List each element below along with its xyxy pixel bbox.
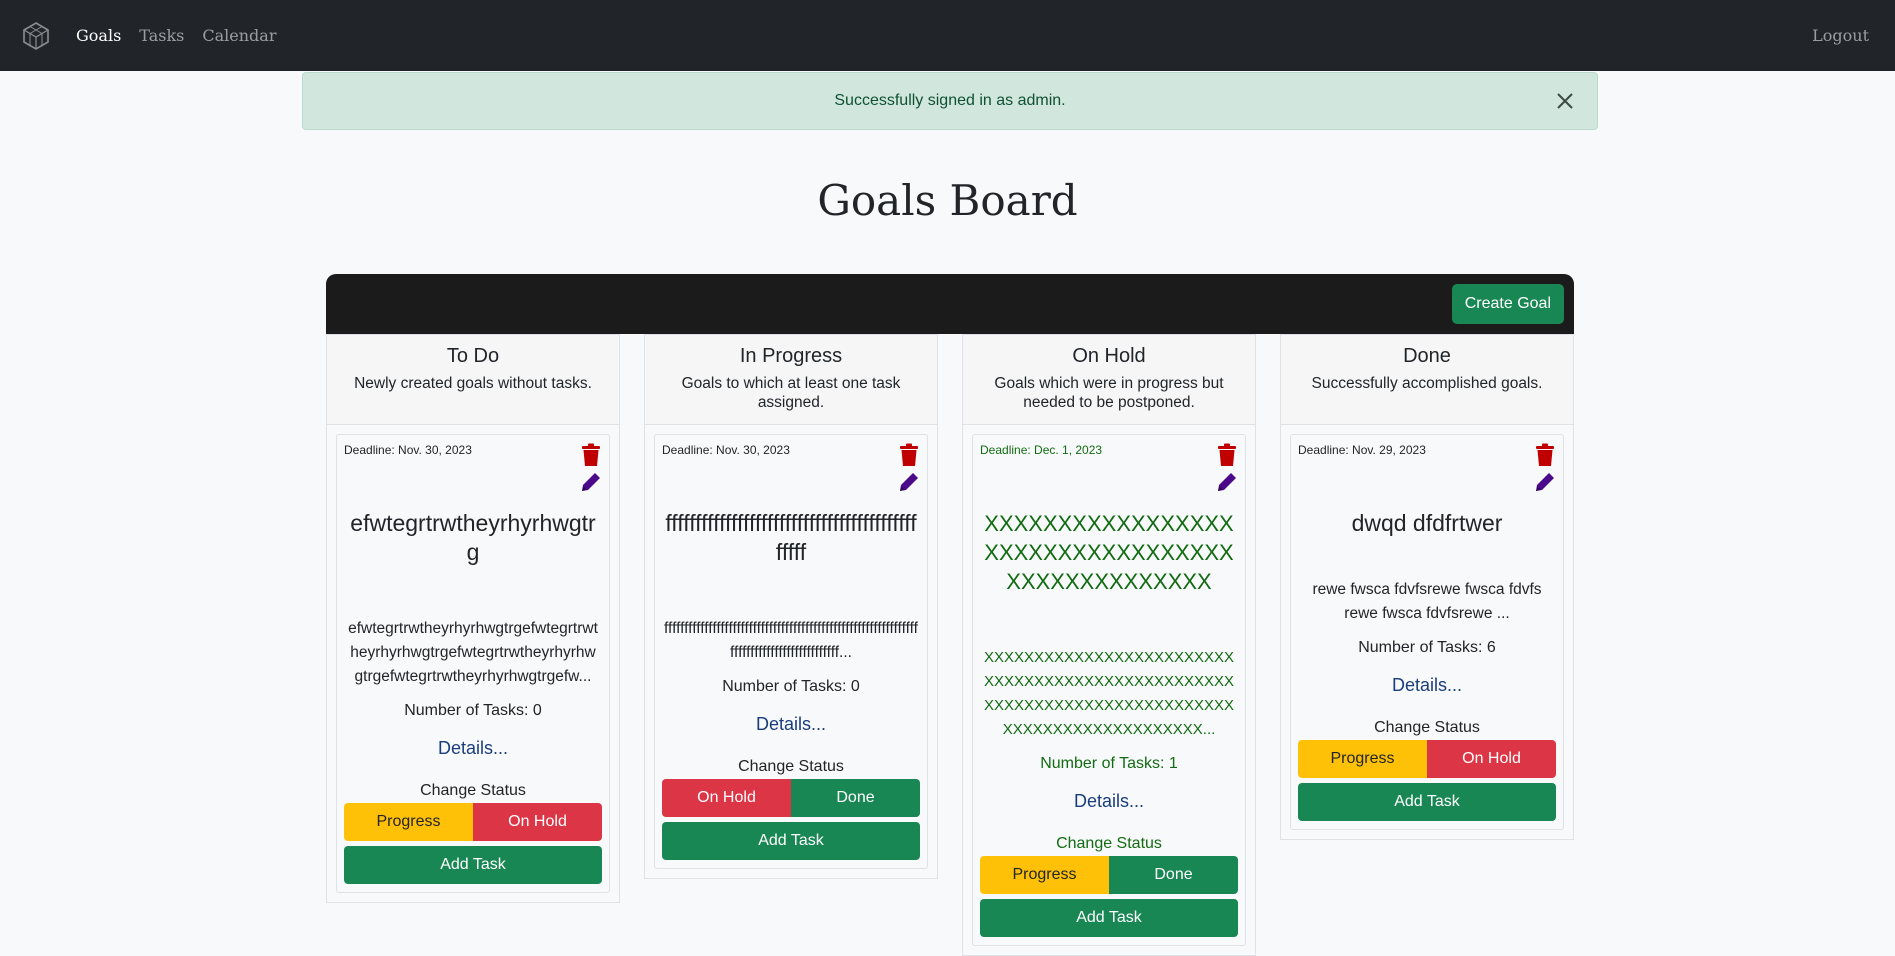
cube-logo-icon[interactable] <box>20 20 52 52</box>
goal-deadline: Deadline: Dec. 1, 2023 <box>980 443 1103 457</box>
column-done: Done Successfully accomplished goals. De… <box>1280 334 1574 840</box>
change-status-label: Change Status <box>738 758 844 775</box>
column-title: In Progress <box>739 345 843 367</box>
goal-title: dwqd dfdfrtwer <box>1351 510 1503 536</box>
column-title: To Do <box>446 345 500 367</box>
status-button-group: Progress On Hold <box>344 803 602 841</box>
status-button-group: Progress Done <box>980 856 1238 894</box>
goal-deadline: Deadline: Nov. 29, 2023 <box>1298 443 1426 457</box>
column-on-hold: On Hold Goals which were in progress but… <box>962 334 1256 956</box>
goal-description: ffffffffffffffffffffffffffffffffffffffff… <box>664 620 918 661</box>
task-count: Number of Tasks: 1 <box>1040 755 1178 772</box>
done-button[interactable]: Done <box>1109 856 1238 894</box>
details-link[interactable]: Details... <box>756 714 826 735</box>
nav-tasks[interactable]: Tasks <box>139 26 184 45</box>
progress-button[interactable]: Progress <box>344 803 473 841</box>
goal-card: Deadline: Nov. 30, 2023 efwtegrtrwtheyrh… <box>336 434 610 893</box>
change-status-label: Change Status <box>1056 835 1162 852</box>
details-link[interactable]: Details... <box>438 738 508 759</box>
task-count: Number of Tasks: 6 <box>1358 639 1496 656</box>
trash-icon[interactable] <box>1534 443 1556 467</box>
column-header: In Progress Goals to which at least one … <box>645 335 937 425</box>
alert-message: Successfully signed in as admin. <box>834 92 1066 109</box>
pencil-icon[interactable] <box>1216 471 1238 493</box>
add-task-button[interactable]: Add Task <box>344 846 602 884</box>
column-title: Done <box>1403 345 1451 367</box>
pencil-icon[interactable] <box>898 471 920 493</box>
goal-card: Deadline: Dec. 1, 2023 XXXXXXXXXXXXXXXXX… <box>972 434 1246 946</box>
goal-title: XXXXXXXXXXXXXXXXXXXXXXXXXXXXXXXXXXXXXXXX… <box>984 511 1234 594</box>
goal-card: Deadline: Nov. 30, 2023 ffffffffffffffff… <box>654 434 928 869</box>
on-hold-button[interactable]: On Hold <box>662 779 791 817</box>
progress-button[interactable]: Progress <box>980 856 1109 894</box>
page-title: Goals Board <box>817 176 1078 225</box>
goal-deadline: Deadline: Nov. 30, 2023 <box>344 443 472 457</box>
task-count: Number of Tasks: 0 <box>404 702 542 719</box>
column-description: Successfully accomplished goals. <box>1311 375 1543 392</box>
add-task-button[interactable]: Add Task <box>980 899 1238 937</box>
column-header: Done Successfully accomplished goals. <box>1281 335 1573 425</box>
create-goal-button[interactable]: Create Goal <box>1451 284 1564 324</box>
column-header: On Hold Goals which were in progress but… <box>963 335 1255 425</box>
trash-icon[interactable] <box>1216 443 1238 467</box>
success-alert: Successfully signed in as admin. <box>302 72 1598 130</box>
trash-icon[interactable] <box>580 443 602 467</box>
column-description: Goals which were in progress but needed … <box>994 375 1224 411</box>
progress-button[interactable]: Progress <box>1298 740 1427 778</box>
task-count: Number of Tasks: 0 <box>722 678 860 695</box>
pencil-icon[interactable] <box>580 471 602 493</box>
goal-card: Deadline: Nov. 29, 2023 dwqd dfdfrtwer r… <box>1290 434 1564 830</box>
logout-link[interactable]: Logout <box>1812 26 1869 45</box>
add-task-button[interactable]: Add Task <box>662 822 920 860</box>
add-task-button[interactable]: Add Task <box>1298 783 1556 821</box>
goal-title: ffffffffffffffffffffffffffffffffffffffff… <box>665 510 917 565</box>
details-link[interactable]: Details... <box>1074 791 1144 812</box>
trash-icon[interactable] <box>898 443 920 467</box>
column-description: Newly created goals without tasks. <box>354 375 592 392</box>
pencil-icon[interactable] <box>1534 471 1556 493</box>
close-icon[interactable] <box>1555 91 1575 111</box>
board-header: Create Goal <box>326 274 1574 334</box>
goal-description: rewe fwsca fdvfsrewe fwsca fdvfsrewe fws… <box>1312 581 1542 622</box>
nav-goals[interactable]: Goals <box>76 26 121 45</box>
status-button-group: Progress On Hold <box>1298 740 1556 778</box>
details-link[interactable]: Details... <box>1392 675 1462 696</box>
goal-title: efwtegrtrwtheyrhyrhwgtrg <box>350 510 596 565</box>
column-todo: To Do Newly created goals without tasks.… <box>326 334 620 903</box>
column-header: To Do Newly created goals without tasks. <box>327 335 619 425</box>
goal-description: efwtegrtrwtheyrhyrhwgtrgefwtegrtrwtheyrh… <box>348 620 598 685</box>
change-status-label: Change Status <box>1374 719 1480 736</box>
column-in-progress: In Progress Goals to which at least one … <box>644 334 938 879</box>
on-hold-button[interactable]: On Hold <box>1427 740 1556 778</box>
done-button[interactable]: Done <box>791 779 920 817</box>
column-title: On Hold <box>1072 345 1146 367</box>
status-button-group: On Hold Done <box>662 779 920 817</box>
navbar: Goals Tasks Calendar Logout <box>0 0 1895 71</box>
goal-description: XXXXXXXXXXXXXXXXXXXXXXXXXXXXXXXXXXXXXXXX… <box>983 649 1235 738</box>
nav-calendar[interactable]: Calendar <box>202 26 276 45</box>
goal-deadline: Deadline: Nov. 30, 2023 <box>662 443 790 457</box>
change-status-label: Change Status <box>420 782 526 799</box>
column-description: Goals to which at least one task assigne… <box>681 375 901 411</box>
on-hold-button[interactable]: On Hold <box>473 803 602 841</box>
